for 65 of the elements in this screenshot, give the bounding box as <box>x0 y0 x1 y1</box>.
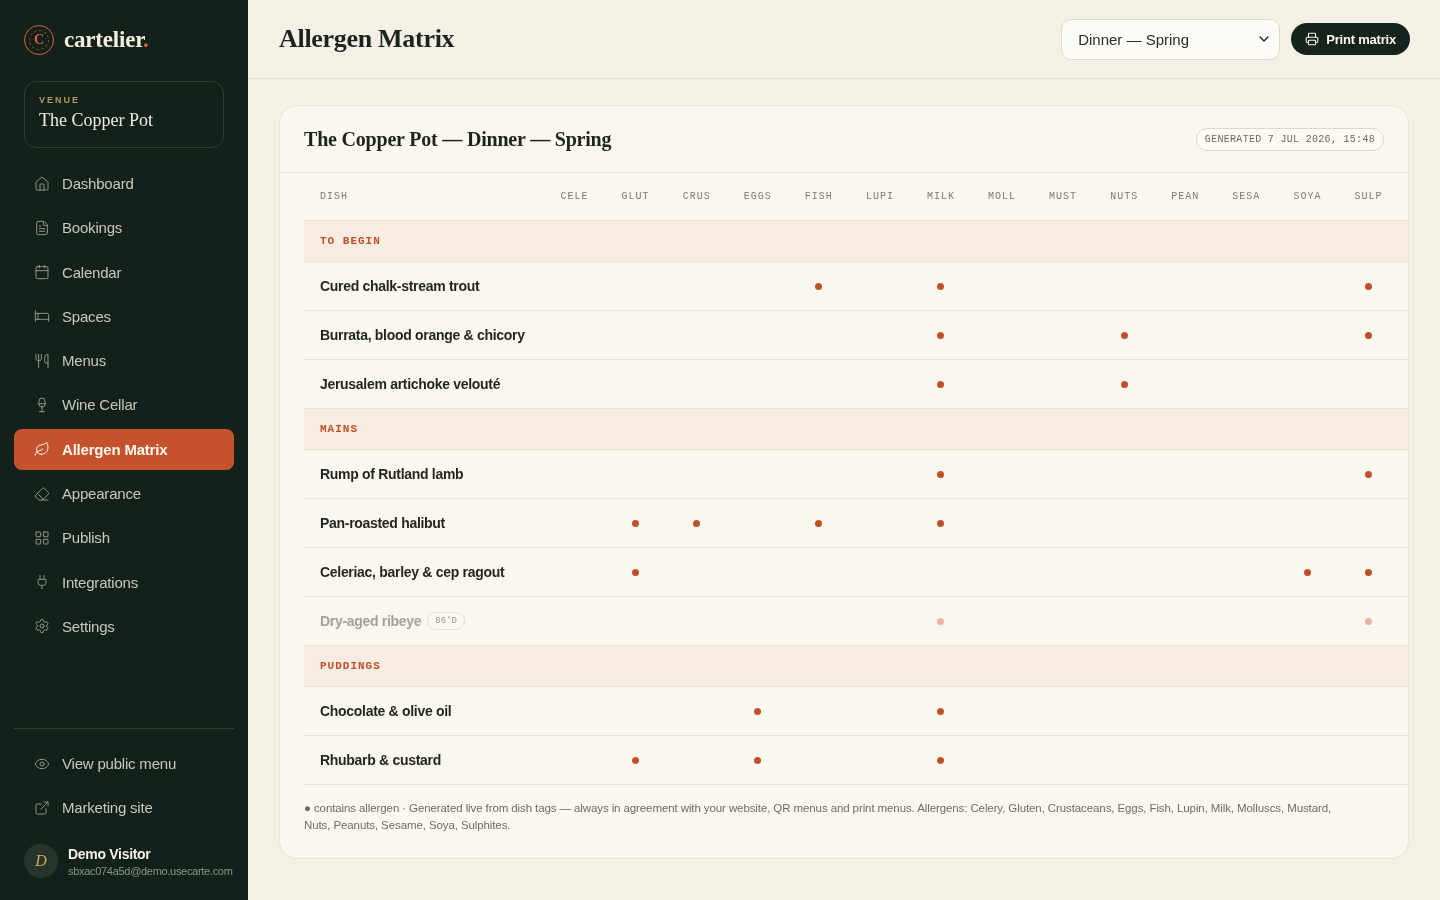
nav-item[interactable]: Calendar <box>14 251 234 293</box>
eraser-icon <box>34 485 50 502</box>
document-icon <box>34 219 50 236</box>
column-header: FISH <box>804 191 833 202</box>
column-header: SULP <box>1354 191 1383 202</box>
dish-name: Jerusalem artichoke velouté <box>320 376 501 392</box>
page-title: Allergen Matrix <box>279 24 455 54</box>
column-header: LUPI <box>865 191 894 202</box>
print-button[interactable]: Print matrix <box>1291 23 1410 55</box>
section-name: TO BEGIN <box>320 235 381 247</box>
venue-label: VENUE <box>39 95 80 105</box>
column-header: MOLL <box>988 191 1017 202</box>
column-header: EGGS <box>743 191 772 202</box>
column-header: MILK <box>926 191 955 202</box>
fork-knife-icon <box>34 352 50 369</box>
section-name: MAINS <box>320 423 358 435</box>
column-header: GLUT <box>621 191 650 202</box>
column-header: SOYA <box>1293 191 1322 202</box>
column-header: CELE <box>560 191 589 202</box>
generated-timestamp: GENERATED 7 JUL 2026, 15:48 <box>1195 127 1384 151</box>
card-title: The Copper Pot — Dinner — Spring <box>304 127 612 151</box>
dish-name: Rump of Rutland lamb <box>320 466 464 482</box>
sidebar-link[interactable]: View public menu <box>14 743 234 784</box>
dish-name: Cured chalk-stream trout <box>320 278 480 294</box>
nav-item[interactable]: Integrations <box>14 561 234 603</box>
venue-name: The Copper Pot <box>39 110 153 131</box>
settings-icon <box>34 618 50 635</box>
printer-icon <box>1305 32 1320 46</box>
dish-name: Burrata, blood orange & chicory <box>320 327 525 343</box>
nav-item[interactable]: Wine Cellar <box>14 384 234 426</box>
grid-icon <box>34 529 50 546</box>
column-header: CRUS <box>682 191 711 202</box>
column-header: DISH <box>320 191 348 202</box>
external-link-icon <box>34 799 50 816</box>
nav-item[interactable]: Allergen Matrix <box>14 428 234 470</box>
nav-item[interactable]: Appearance <box>14 473 234 515</box>
nav-item[interactable]: Settings <box>14 605 234 647</box>
nav-item[interactable]: Spaces <box>14 295 234 337</box>
plug-icon <box>34 574 50 591</box>
dish-name: Rhubarb & custard <box>320 752 441 768</box>
venue-card[interactable]: VENUE The Copper Pot <box>24 81 224 148</box>
footnote: ● contains allergen · Generated live from dish tags — always in agreement with your website, QR menus and print menus. Allergens: Celery, Gluten, Crustaceans, Eggs, Fish, Lupin, Milk, Molluscs, Mustard, Nuts, Peanuts, Sesame, Soya, Sulphites. <box>303 801 1333 833</box>
leaf-icon <box>34 441 50 458</box>
dish-name: Dry-aged ribeye <box>320 613 422 629</box>
column-header: MUST <box>1049 191 1078 202</box>
dish-name: Pan-roasted halibut <box>320 515 445 531</box>
column-header: PEAN <box>1171 191 1200 202</box>
user-email: sbxac074a5d@demo.usecarte.com <box>68 864 233 877</box>
section-name: PUDDINGS <box>320 660 381 672</box>
column-header: NUTS <box>1110 191 1139 202</box>
user-name: Demo Visitor <box>68 845 152 862</box>
calendar-icon <box>34 264 50 281</box>
menu-select[interactable]: Dinner — Spring <box>1061 18 1281 60</box>
avatar: D <box>24 844 58 878</box>
nav-item[interactable]: Publish <box>14 517 234 559</box>
sidebar-link[interactable]: Marketing site <box>14 787 234 828</box>
nav-item[interactable]: Dashboard <box>14 163 234 204</box>
dish-name: Chocolate & olive oil <box>320 703 452 719</box>
house-icon <box>34 175 50 192</box>
logo-text: cartelier. <box>64 26 149 53</box>
dish-name: Celeriac, barley & cep ragout <box>320 564 505 580</box>
nav-item[interactable]: Bookings <box>14 207 234 249</box>
column-header: SESA <box>1232 191 1261 202</box>
bed-icon <box>34 308 50 325</box>
nav-item[interactable]: Menus <box>14 340 234 382</box>
